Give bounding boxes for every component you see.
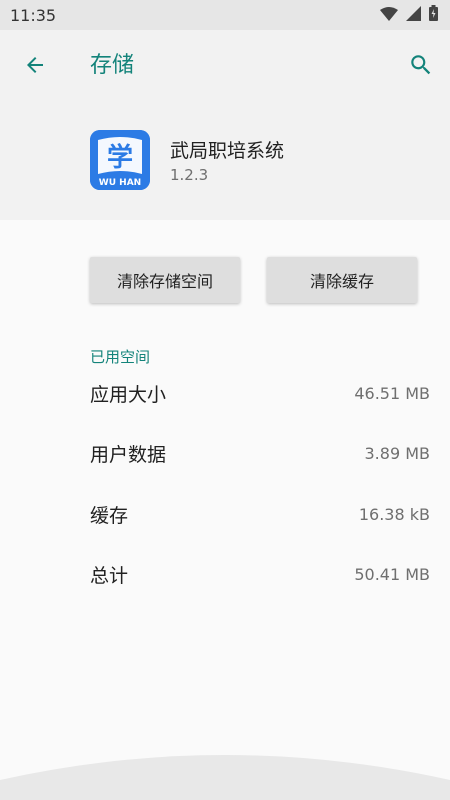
clear-storage-button[interactable]: 清除存储空间	[90, 257, 240, 303]
row-label: 总计	[90, 564, 129, 587]
battery-icon	[429, 5, 438, 25]
app-icon-glyph: 学	[107, 142, 133, 173]
row-label: 应用大小	[90, 383, 167, 406]
app-version: 1.2.3	[170, 166, 209, 184]
storage-row-total: 总计 50.41 MB	[90, 554, 430, 594]
section-title-used-space: 已用空间	[90, 348, 151, 366]
row-label: 用户数据	[90, 443, 167, 466]
status-bar: 11:35	[0, 0, 450, 30]
row-value: 46.51 MB	[354, 383, 430, 403]
status-time: 11:35	[10, 5, 57, 25]
row-value: 16.38 kB	[358, 504, 430, 524]
storage-row-user-data: 用户数据 3.89 MB	[90, 433, 430, 473]
back-button[interactable]	[18, 50, 52, 84]
row-value: 50.41 MB	[354, 564, 430, 584]
storage-row-app-size: 应用大小 46.51 MB	[90, 373, 430, 413]
app-header: 学 WU HAN 武局职培系统 1.2.3	[0, 102, 450, 220]
signal-icon	[406, 5, 421, 25]
storage-row-cache: 缓存 16.38 kB	[90, 494, 430, 534]
arrow-back-icon	[23, 53, 47, 81]
app-name: 武局职培系统	[170, 140, 285, 162]
bottom-gesture-area	[0, 740, 450, 800]
app-icon-caption: WU HAN	[99, 178, 141, 188]
app-bar: 存储	[0, 30, 450, 102]
row-label: 缓存	[90, 504, 129, 527]
search-icon	[408, 52, 434, 82]
status-icons	[380, 5, 438, 25]
page-title: 存储	[90, 53, 135, 78]
wifi-icon	[380, 6, 398, 25]
app-icon: 学 WU HAN	[90, 130, 150, 190]
search-button[interactable]	[404, 50, 438, 84]
clear-cache-button[interactable]: 清除缓存	[267, 257, 417, 303]
row-value: 3.89 MB	[364, 443, 431, 463]
